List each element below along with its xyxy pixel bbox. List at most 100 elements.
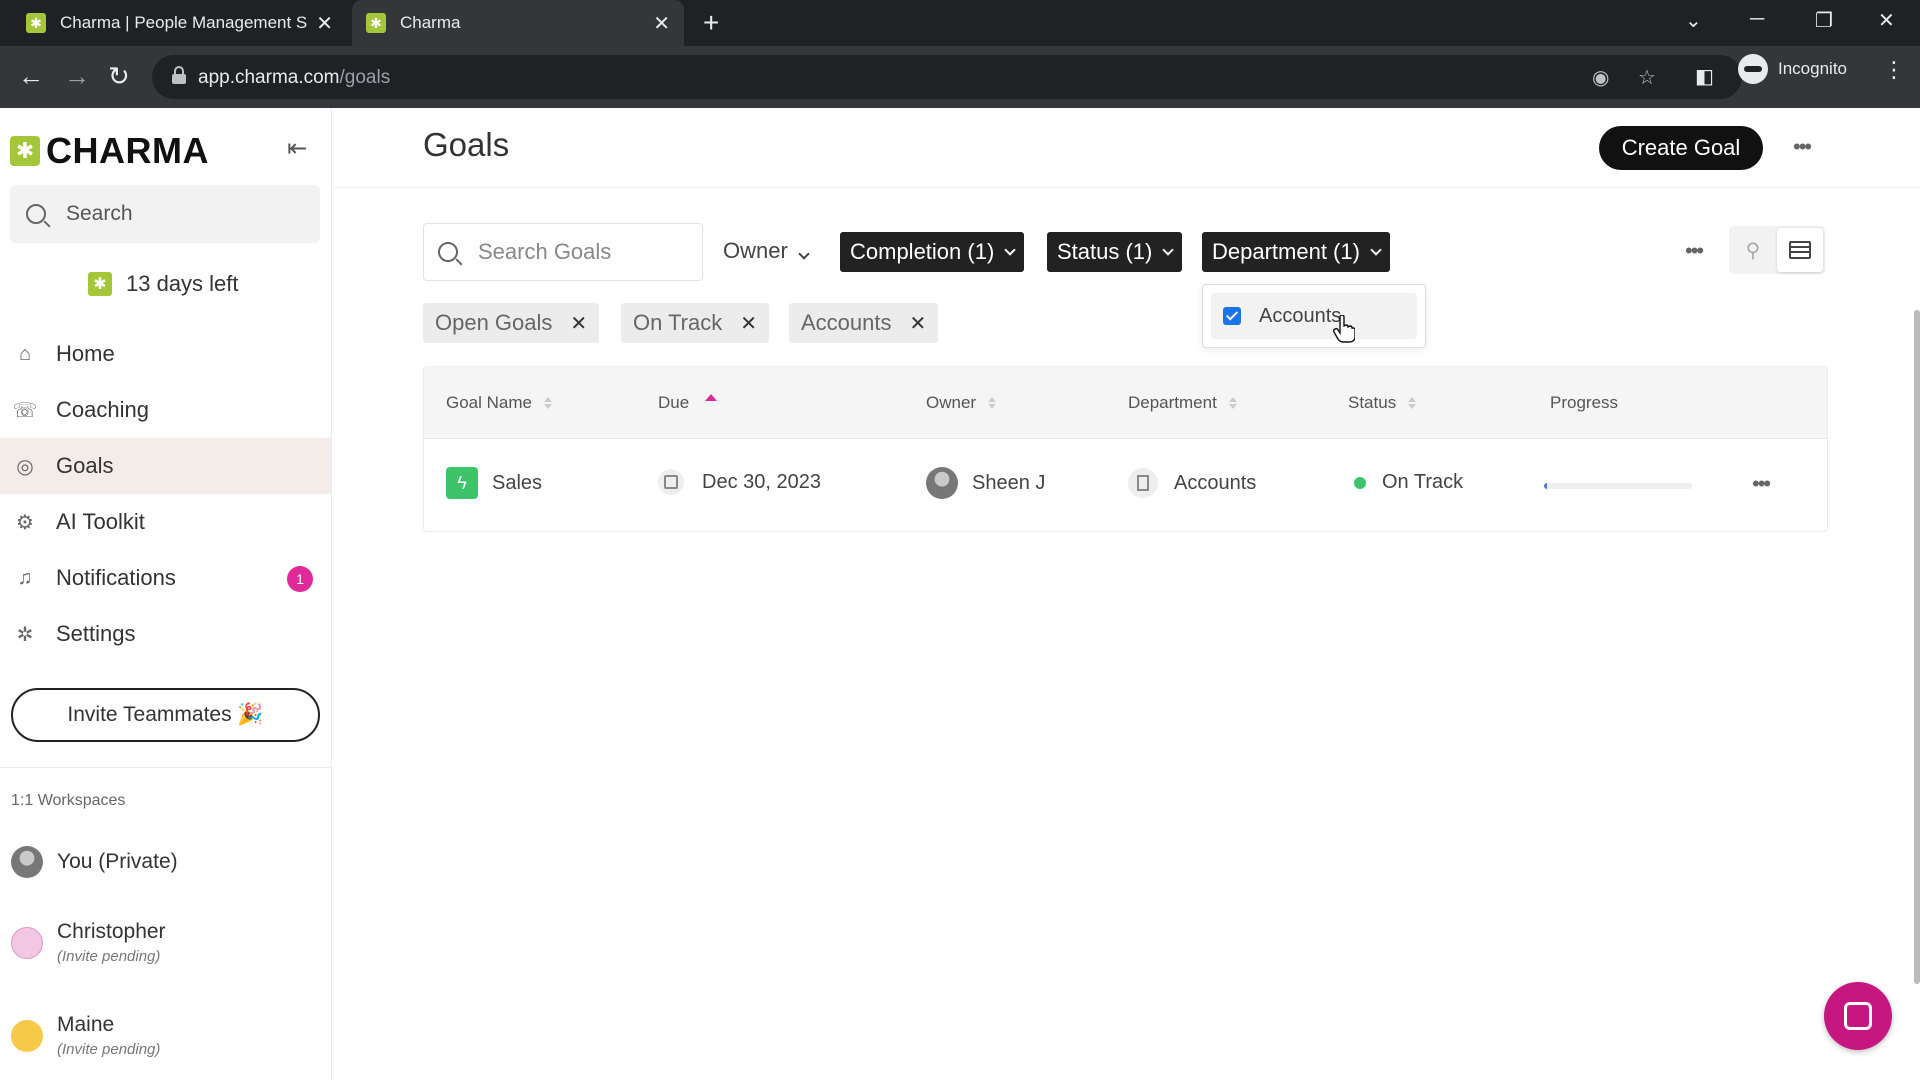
- remove-tag-icon[interactable]: ✕: [740, 311, 757, 336]
- eye-off-icon[interactable]: ◉: [1592, 65, 1609, 90]
- sidebar-item-ai-toolkit[interactable]: ⚙ AI Toolkit: [0, 494, 331, 550]
- workspace-christopher[interactable]: Christopher (Invite pending): [11, 920, 166, 965]
- back-icon[interactable]: ←: [18, 60, 44, 92]
- column-progress: Progress: [1550, 393, 1618, 413]
- charma-logo[interactable]: ✱ CHARMA: [10, 130, 209, 172]
- department-filter-dropdown[interactable]: Department (1): [1202, 232, 1390, 272]
- status-dot-icon: [1354, 476, 1366, 489]
- filter-tag-label: Accounts: [801, 310, 892, 335]
- forward-icon[interactable]: →: [64, 60, 90, 92]
- workspace-you-private[interactable]: You (Private): [11, 846, 178, 878]
- workspace-name: Christopher: [57, 920, 166, 943]
- progress-bar: [1544, 483, 1692, 489]
- side-panel-icon[interactable]: ◧: [1695, 64, 1714, 89]
- workspace-name: You (Private): [57, 850, 178, 873]
- column-label: Goal Name: [446, 393, 532, 412]
- new-tab-icon[interactable]: +: [703, 8, 719, 38]
- notification-count-badge: 1: [287, 566, 313, 592]
- sidebar-item-label: AI Toolkit: [56, 509, 145, 534]
- incognito-indicator[interactable]: Incognito: [1738, 54, 1847, 84]
- star-icon[interactable]: ☆: [1638, 65, 1656, 90]
- sidebar-item-home[interactable]: ⌂ Home: [0, 326, 331, 382]
- column-due[interactable]: Due: [658, 393, 718, 413]
- department-filter-label: Department (1): [1212, 239, 1360, 264]
- column-department[interactable]: Department: [1128, 393, 1237, 413]
- lock-icon: [172, 66, 186, 84]
- avatar: [926, 467, 958, 499]
- search-icon: [438, 242, 458, 262]
- sort-icon: [1408, 397, 1417, 409]
- sidebar-item-label: Notifications: [56, 565, 176, 590]
- search-goals-input[interactable]: Search Goals: [423, 223, 703, 281]
- sidebar-item-notifications[interactable]: ♫ Notifications 1: [0, 550, 331, 606]
- incognito-label: Incognito: [1778, 59, 1847, 78]
- search-goals-placeholder: Search Goals: [478, 239, 612, 264]
- owner-name: Sheen J: [972, 471, 1046, 494]
- tab-title: Charma: [400, 13, 461, 32]
- lightning-icon: ϟ: [446, 467, 478, 499]
- collapse-sidebar-icon[interactable]: ⇤: [287, 134, 307, 163]
- filter-more-icon[interactable]: •••: [1685, 238, 1704, 264]
- logo-text: CHARMA: [46, 130, 209, 171]
- sidebar-item-label: Coaching: [56, 397, 149, 422]
- column-status[interactable]: Status: [1348, 393, 1417, 413]
- owner-cell: Sheen J: [926, 467, 1045, 499]
- progress-bar-fill: [1544, 483, 1547, 489]
- goals-table: Goal Name Due Owner Department Status Pr…: [423, 366, 1828, 532]
- owner-filter-label: Owner: [723, 238, 788, 263]
- table-row[interactable]: ϟ Sales Dec 30, 2023 Sheen J Accounts On…: [424, 439, 1827, 531]
- trial-banner[interactable]: ✱ 13 days left: [88, 271, 239, 297]
- minimize-icon[interactable]: ─: [1750, 8, 1764, 31]
- column-goal-name[interactable]: Goal Name: [446, 393, 552, 413]
- workspace-name: Maine: [57, 1013, 115, 1036]
- page-scrollbar[interactable]: [1914, 310, 1920, 984]
- filter-tag-label: On Track: [633, 310, 723, 335]
- completion-filter-dropdown[interactable]: Completion (1): [840, 232, 1025, 272]
- invite-teammates-button[interactable]: Invite Teammates 🎉: [11, 688, 320, 742]
- create-goal-button[interactable]: Create Goal: [1599, 126, 1763, 170]
- department-option-accounts[interactable]: Accounts: [1211, 293, 1417, 339]
- status-text: On Track: [1382, 471, 1464, 493]
- url-field[interactable]: app.charma.com/goals ◉ ☆: [152, 55, 1742, 99]
- reload-icon[interactable]: ↻: [108, 60, 130, 92]
- close-window-icon[interactable]: ✕: [1878, 8, 1895, 33]
- close-tab-icon[interactable]: ✕: [316, 11, 333, 36]
- goal-name-cell[interactable]: ϟ Sales: [446, 467, 542, 499]
- column-label: Due: [658, 393, 690, 412]
- checkbox-checked-icon[interactable]: [1223, 307, 1241, 325]
- sort-icon: [543, 397, 552, 409]
- page-title: Goals: [423, 126, 510, 163]
- sidebar: ✱ CHARMA ⇤ Search ✱ 13 days left ⌂ Home …: [0, 108, 332, 1080]
- browser-menu-icon[interactable]: ⋮: [1883, 59, 1905, 81]
- tab-title: Charma | People Management S: [60, 13, 308, 32]
- tree-view-icon[interactable]: ⚲: [1729, 226, 1777, 274]
- row-more-icon[interactable]: •••: [1752, 471, 1771, 497]
- department-name: Accounts: [1174, 471, 1257, 494]
- chevron-down-icon: [1370, 243, 1382, 256]
- restore-icon[interactable]: ❐: [1815, 8, 1833, 33]
- list-view-button[interactable]: [1777, 228, 1823, 272]
- page-more-icon[interactable]: •••: [1793, 134, 1812, 160]
- browser-tab-charma-people[interactable]: ✱ Charma | People Management S ✕: [12, 0, 347, 46]
- workspace-maine[interactable]: Maine (Invite pending): [11, 1013, 160, 1058]
- sidebar-item-settings[interactable]: ✲ Settings: [0, 606, 331, 662]
- remove-tag-icon[interactable]: ✕: [910, 311, 927, 336]
- status-filter-dropdown[interactable]: Status (1): [1047, 232, 1183, 272]
- tab-search-chevron-icon[interactable]: ⌄: [1685, 8, 1702, 33]
- sidebar-item-coaching[interactable]: ☏ Coaching: [0, 382, 331, 438]
- sidebar-search-input[interactable]: Search: [10, 185, 320, 243]
- view-toggle: ⚲: [1729, 226, 1825, 274]
- browser-tab-charma[interactable]: ✱ Charma ✕: [352, 0, 684, 46]
- main-content: Goals Create Goal ••• Search Goals Owner…: [333, 108, 1920, 1080]
- sidebar-item-goals[interactable]: ◎ Goals: [0, 438, 331, 494]
- hand-cursor-icon: [1333, 315, 1355, 343]
- column-owner[interactable]: Owner: [926, 393, 997, 413]
- trial-text: 13 days left: [126, 271, 239, 296]
- goals-icon: ◎: [16, 455, 34, 478]
- sort-icon: [1228, 397, 1237, 409]
- owner-filter-dropdown[interactable]: Owner: [723, 238, 810, 264]
- chat-support-button[interactable]: [1824, 982, 1892, 1050]
- close-tab-icon[interactable]: ✕: [653, 11, 670, 36]
- remove-tag-icon[interactable]: ✕: [570, 311, 587, 336]
- gear-icon: ✲: [16, 623, 34, 646]
